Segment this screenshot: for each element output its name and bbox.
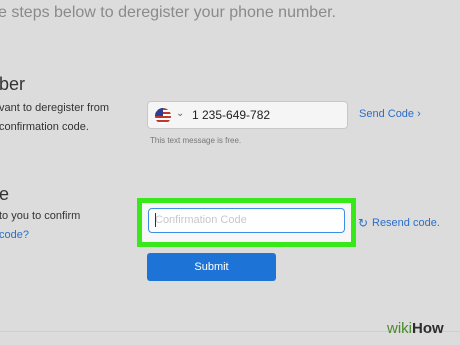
confirmation-code-input[interactable]: Confirmation Code xyxy=(148,208,345,233)
text-caret xyxy=(155,213,156,227)
phone-section-heading: ber xyxy=(0,74,26,94)
free-message-note: This text message is free. xyxy=(150,136,242,145)
phone-number-field[interactable]: ⌄ 1 235-649-782 xyxy=(147,101,348,129)
code-desc-line-1: to you to confirm xyxy=(0,210,81,222)
code-desc-link[interactable]: code? xyxy=(0,226,80,245)
phone-desc-line-1: vant to deregister from xyxy=(0,102,110,114)
refresh-icon[interactable]: ↻ xyxy=(358,216,368,230)
code-section-description: to you to confirm code? xyxy=(0,207,80,245)
highlight-frame: Confirmation Code xyxy=(137,198,356,247)
send-code-link[interactable]: Send Code › xyxy=(359,108,421,120)
wikihow-watermark: wikiHow xyxy=(387,320,444,337)
phone-section-description: vant to deregister from confirmation cod… xyxy=(0,99,109,137)
watermark-wiki: wiki xyxy=(387,320,412,337)
submit-button[interactable]: Submit xyxy=(147,253,276,281)
us-flag-icon[interactable] xyxy=(155,108,171,124)
page-instruction: e steps below to deregister your phone n… xyxy=(0,4,336,21)
resend-code-link[interactable]: Resend code. xyxy=(372,217,440,229)
phone-number-value: 1 235-649-782 xyxy=(192,108,271,122)
watermark-how: How xyxy=(412,320,444,337)
phone-desc-line-2: confirmation code. xyxy=(0,121,89,133)
confirmation-code-placeholder: Confirmation Code xyxy=(155,214,247,226)
code-section-heading: e xyxy=(0,184,10,204)
chevron-down-icon[interactable]: ⌄ xyxy=(176,108,184,119)
